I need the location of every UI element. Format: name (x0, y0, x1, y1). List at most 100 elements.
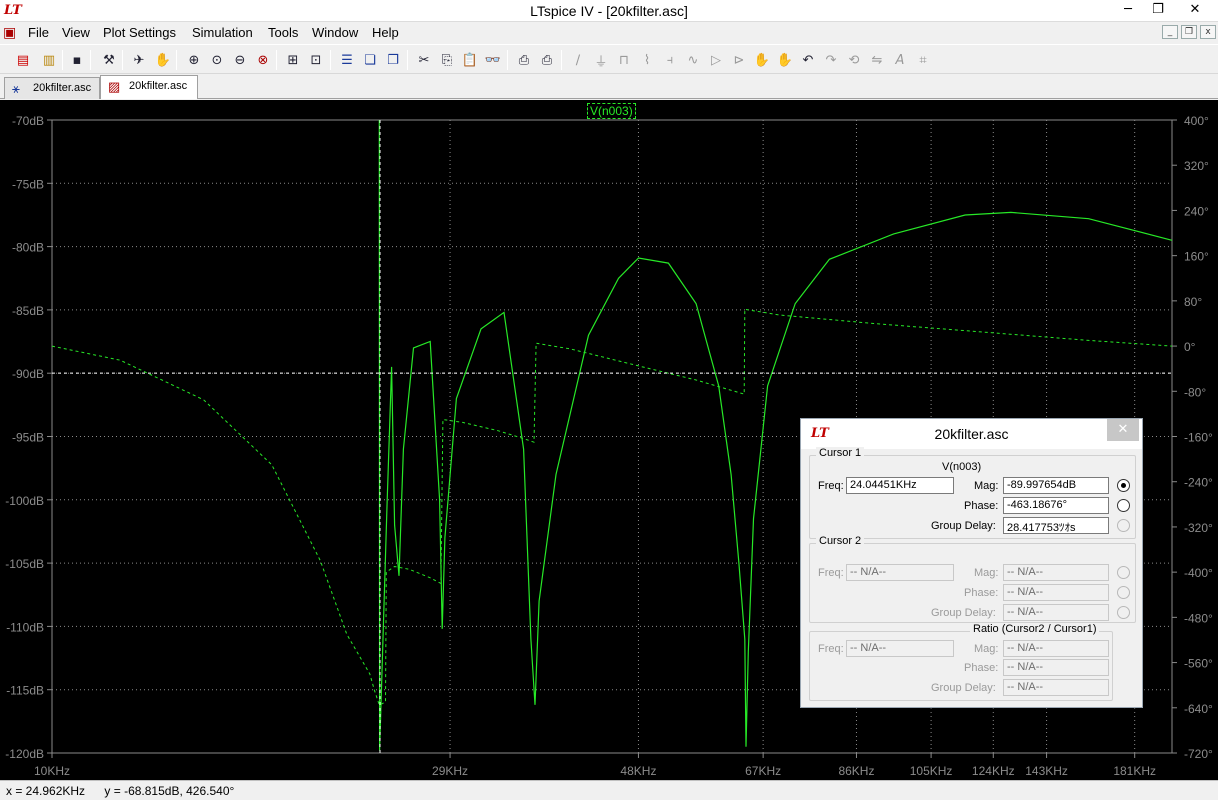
cursor2-group-delay-label: Group Delay: (931, 607, 996, 619)
ground-icon[interactable]: ⏚ (592, 51, 610, 70)
redo-icon[interactable]: ↷ (822, 51, 840, 69)
y2-tick-label: -160° (1184, 431, 1213, 445)
cursor-window-close-button[interactable]: ✕ (1107, 419, 1139, 441)
menu-tools[interactable]: Tools (268, 25, 298, 40)
y2-tick-label: -400° (1184, 566, 1213, 580)
cursor1-mag-radio[interactable] (1117, 479, 1130, 492)
y-tick-label: -80dB (12, 241, 44, 255)
cursor-window-title: 20kfilter.asc (934, 426, 1009, 442)
cursor1-legend: Cursor 1 (816, 447, 865, 459)
cursor2-mag-radio[interactable] (1117, 566, 1130, 579)
menu-simulation[interactable]: Simulation (192, 25, 253, 40)
y-tick-label: -90dB (12, 367, 44, 381)
menu-file[interactable]: File (28, 25, 49, 40)
y2-tick-label: -480° (1184, 611, 1213, 625)
save-icon[interactable]: ▪ (68, 51, 86, 69)
control-panel-icon[interactable]: ⚒ (100, 51, 118, 69)
cursor2-mag-field[interactable]: -- N/A-- (1003, 564, 1109, 581)
zoom-area-icon[interactable]: ⊙ (208, 51, 226, 69)
menu-window[interactable]: Window (312, 25, 358, 40)
print-preview-icon[interactable]: ⎙ (538, 51, 556, 69)
ratio-phase-field[interactable]: -- N/A-- (1003, 659, 1109, 676)
cursor1-freq-field[interactable]: 24.04451KHz (846, 477, 954, 494)
open-icon[interactable]: ▥ (40, 51, 58, 69)
mdi-restore-button[interactable]: ❐ (1181, 25, 1197, 39)
menu-help[interactable]: Help (372, 25, 399, 40)
undo-icon[interactable]: ↶ (799, 51, 817, 69)
diode-icon[interactable]: ▷ (707, 51, 725, 69)
trace-label[interactable]: V(n003) (587, 103, 636, 119)
paste-icon[interactable]: 📋 (461, 51, 479, 69)
menu-view[interactable]: View (62, 25, 90, 40)
zoom-out-icon[interactable]: ⊖ (231, 51, 249, 69)
cursor1-group: Cursor 1 V(n003) Freq: 24.04451KHz Mag: … (809, 447, 1136, 539)
tab-waveform[interactable]: ▨ 20kfilter.asc (100, 75, 198, 99)
y-tick-label: -70dB (12, 114, 44, 128)
cursor2-phase-field[interactable]: -- N/A-- (1003, 584, 1109, 601)
rotate-icon[interactable]: ⟲ (845, 51, 863, 69)
label-net-icon[interactable]: ⊓ (615, 51, 633, 69)
tab-schematic[interactable]: ⚹ 20kfilter.asc (4, 77, 100, 99)
inductor-icon[interactable]: ∿ (684, 51, 702, 69)
run-icon[interactable]: ✈ (130, 51, 148, 69)
toolbar: ▤ ▥ ▪ ⚒ ✈ ✋ ⊕ ⊙ ⊖ ⊗ ⊞ ⊡ ☰ ❏ ❐ ✂ ⎘ 📋 👓 ⎙ … (0, 44, 1218, 74)
cursor1-group-delay-field[interactable]: 28.417753ﾂｵs (1003, 517, 1109, 534)
x-tick-label: 86KHz (838, 764, 874, 778)
restore-button[interactable]: ❐ (1140, 0, 1176, 20)
cut-icon[interactable]: ✂ (415, 51, 433, 69)
ratio-freq-field[interactable]: -- N/A-- (846, 640, 954, 657)
waveform-icon: ▨ (108, 79, 121, 94)
resistor-icon[interactable]: ⌇ (638, 51, 656, 69)
cursor2-freq-field[interactable]: -- N/A-- (846, 564, 954, 581)
menu-plot-settings[interactable]: Plot Settings (103, 25, 176, 40)
spice-directive-icon[interactable]: ⌗ (914, 51, 932, 69)
cursor1-phase-radio[interactable] (1117, 499, 1130, 512)
wire-icon[interactable]: ∕ (569, 51, 587, 69)
drag-icon[interactable]: ✋ (776, 51, 794, 69)
cursor2-phase-radio[interactable] (1117, 586, 1130, 599)
cursor2-group-delay-radio[interactable] (1117, 606, 1130, 619)
ratio-group-delay-label: Group Delay: (931, 682, 996, 694)
cursor1-group-delay-radio[interactable] (1117, 519, 1130, 532)
mdi-close-button[interactable]: x (1200, 25, 1216, 39)
tab-label: 20kfilter.asc (33, 82, 92, 94)
x-tick-label: 181KHz (1113, 764, 1156, 778)
cursor2-group: Cursor 2 Freq: -- N/A-- Mag: -- N/A-- Ph… (809, 535, 1136, 623)
zoom-cancel-icon[interactable]: ⊗ (254, 51, 272, 69)
tile-horizontal-icon[interactable]: ☰ (338, 51, 356, 69)
y2-tick-label: 240° (1184, 204, 1209, 218)
ratio-phase-label: Phase: (964, 662, 999, 674)
window-title: LTspice IV - [20kfilter.asc] (530, 3, 688, 19)
print-icon[interactable]: ⎙ (515, 51, 533, 69)
ratio-freq-label: Freq: (818, 643, 844, 655)
halt-icon[interactable]: ✋ (154, 51, 172, 69)
cascade-icon[interactable]: ❏ (361, 51, 379, 69)
ratio-group-delay-field[interactable]: -- N/A-- (1003, 679, 1109, 696)
mdi-minimize-button[interactable]: _ (1162, 25, 1178, 39)
copy-icon[interactable]: ⎘ (438, 51, 456, 69)
autorange-icon[interactable]: ⊞ (284, 51, 302, 69)
zoom-in-icon[interactable]: ⊕ (185, 51, 203, 69)
find-icon[interactable]: 👓 (484, 51, 502, 69)
capacitor-icon[interactable]: ⫞ (661, 51, 679, 69)
cursor1-phase-field[interactable]: -463.18676° (1003, 497, 1109, 514)
cursor2-group-delay-field[interactable]: -- N/A-- (1003, 604, 1109, 621)
ratio-mag-field[interactable]: -- N/A-- (1003, 640, 1109, 657)
status-x: x = 24.962KHz (6, 784, 86, 798)
schematic-icon: ⚹ (12, 81, 20, 96)
mirror-icon[interactable]: ⇋ (868, 51, 886, 69)
move-icon[interactable]: ✋ (753, 51, 771, 69)
tile-vertical-icon[interactable]: ❐ (384, 51, 402, 69)
close-button[interactable]: ✕ (1172, 0, 1218, 20)
new-schematic-icon[interactable]: ▤ (14, 51, 32, 69)
text-icon[interactable]: A (891, 51, 909, 69)
cursor1-mag-field[interactable]: -89.997654dB (1003, 477, 1109, 494)
document-icon[interactable]: ▣ (3, 24, 16, 41)
y2-tick-label: -80° (1184, 385, 1206, 399)
cursor1-phase-label: Phase: (964, 500, 999, 512)
fit-icon[interactable]: ⊡ (307, 51, 325, 69)
cursor2-mag-label: Mag: (974, 567, 999, 579)
cursor-window-titlebar[interactable]: LT 20kfilter.asc ✕ (801, 419, 1142, 449)
x-tick-label: 29KHz (432, 764, 468, 778)
component-icon[interactable]: ⊳ (730, 51, 748, 69)
